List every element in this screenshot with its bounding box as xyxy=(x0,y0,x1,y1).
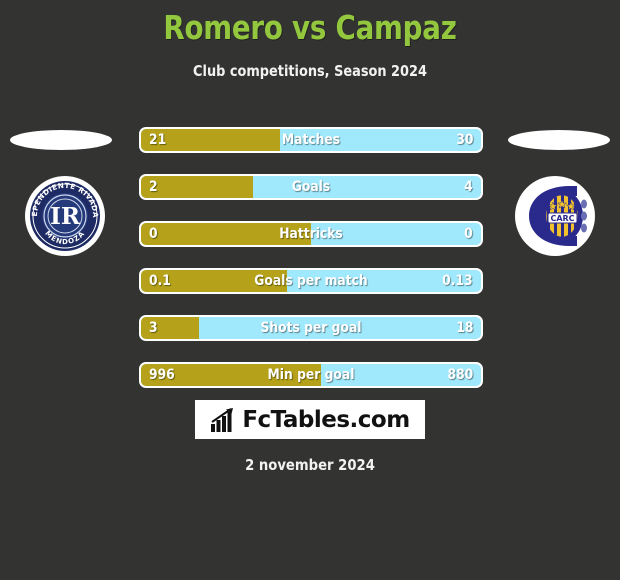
page-title: Romero vs Campaz xyxy=(163,8,457,47)
rosario-central-crest-icon: CARC xyxy=(516,177,594,255)
fctables-logo-text: FcTables.com xyxy=(242,406,410,433)
team-crest-left: INDEPENDIENTE RIVADAVIA MENDOZA IR xyxy=(25,176,105,256)
stat-label: Matches xyxy=(281,132,341,148)
stat-right-value: 18 xyxy=(455,320,473,336)
stat-right-value: 880 xyxy=(447,367,473,383)
stat-left-value: 3 xyxy=(149,320,158,336)
stat-right-value: 0 xyxy=(464,226,473,242)
fctables-logo[interactable]: FcTables.com xyxy=(195,400,425,439)
stat-label: Min per goal xyxy=(267,367,355,383)
page-subtitle: Club competitions, Season 2024 xyxy=(193,62,427,80)
stat-left-value: 2 xyxy=(149,179,158,195)
svg-text:IR: IR xyxy=(50,203,81,230)
stat-label: Goals per match xyxy=(254,273,368,289)
stat-label: Goals xyxy=(291,179,331,195)
stat-row-shots-per-goal: 3 Shots per goal 18 xyxy=(139,315,483,341)
report-date: 2 november 2024 xyxy=(245,456,375,474)
stat-label: Hattricks xyxy=(279,226,343,242)
stat-label: Shots per goal xyxy=(260,320,362,336)
decorative-ellipse-right xyxy=(508,130,610,150)
stat-left-value: 0 xyxy=(149,226,158,242)
stat-right-value: 0.13 xyxy=(442,273,473,289)
stat-row-hattricks: 0 Hattricks 0 xyxy=(139,221,483,247)
stat-right-value: 4 xyxy=(464,179,473,195)
stat-row-goals: 2 Goals 4 xyxy=(139,174,483,200)
stat-row-matches: 21 Matches 30 xyxy=(139,127,483,153)
decorative-ellipse-left xyxy=(10,130,112,150)
svg-text:CARC: CARC xyxy=(550,214,574,223)
stat-right-value: 30 xyxy=(455,132,473,148)
stat-row-goals-per-match: 0.1 Goals per match 0.13 xyxy=(139,268,483,294)
independiente-rivadavia-crest-icon: INDEPENDIENTE RIVADAVIA MENDOZA IR xyxy=(25,176,104,255)
bar-chart-arrow-icon xyxy=(211,407,234,432)
stats-bar-list: 21 Matches 30 2 Goals 4 0 Hattricks 0 0.… xyxy=(139,127,483,409)
stat-row-min-per-goal: 996 Min per goal 880 xyxy=(139,362,483,388)
team-crest-right: CARC xyxy=(515,176,595,256)
